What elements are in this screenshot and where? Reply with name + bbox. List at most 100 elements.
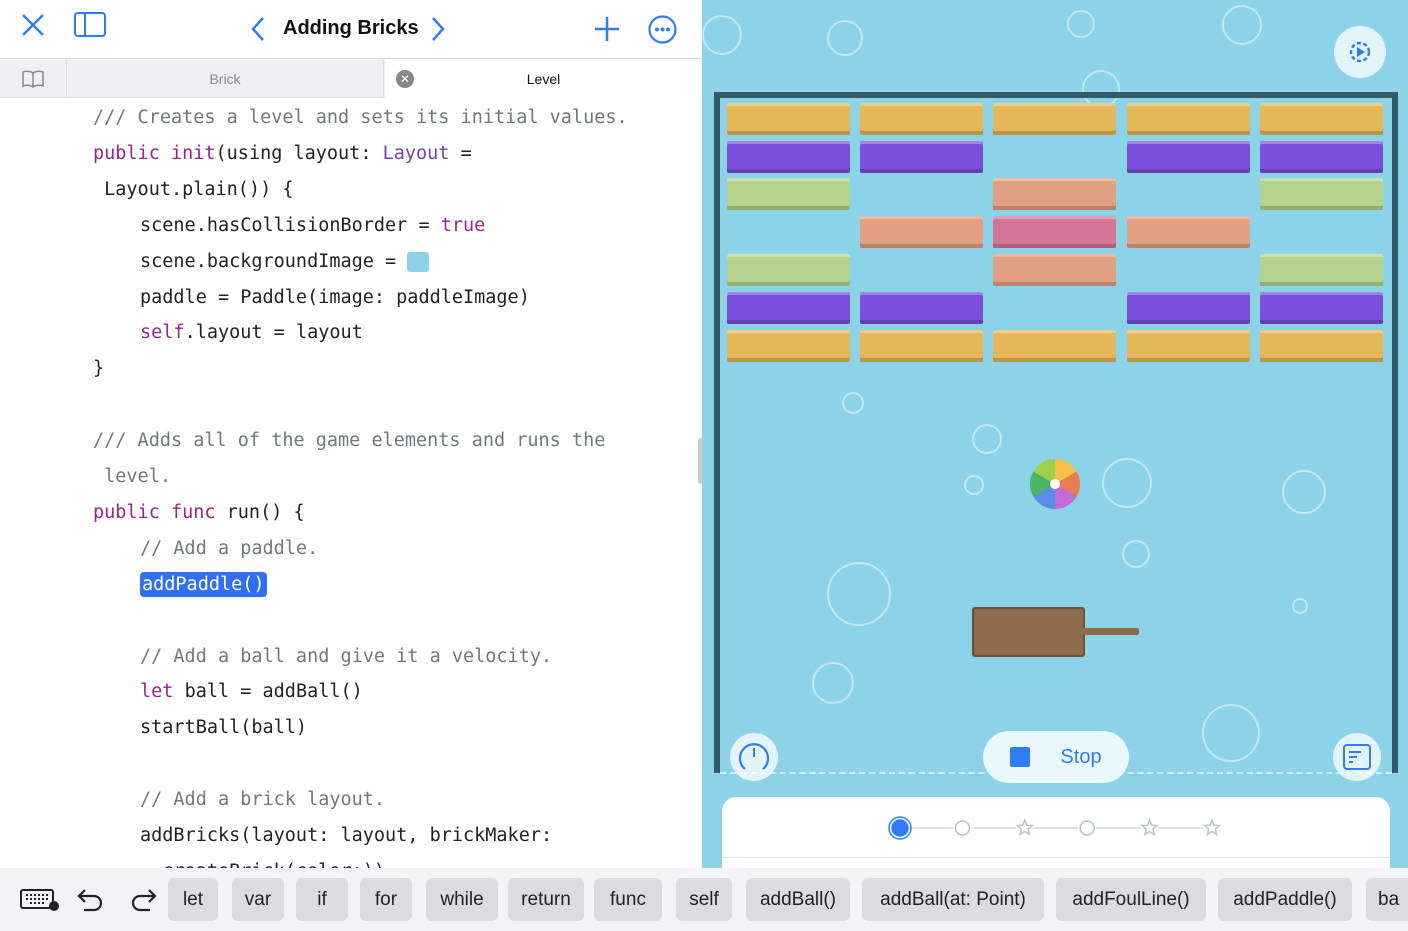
shortcut-chip[interactable]: func [594, 878, 662, 921]
shortcut-chip[interactable]: for [360, 878, 412, 921]
brick [727, 178, 850, 210]
brick [993, 178, 1116, 210]
progress-star-icon[interactable] [1140, 817, 1160, 837]
gear-icon [1349, 41, 1371, 63]
ball [1030, 459, 1080, 509]
progress-panel [722, 797, 1390, 868]
code-token: scene.hasCollisionBorder = [140, 214, 441, 236]
brick [1127, 330, 1250, 362]
shortcut-chip[interactable]: addPaddle() [1218, 878, 1352, 921]
brick [1260, 178, 1383, 210]
shortcut-bar: let var if for while return func self addBall() a… [0, 868, 1408, 931]
code-token: scene.backgroundImage = [140, 250, 408, 272]
shortcut-chip[interactable]: addBall(at: Point) [862, 878, 1044, 921]
shortcut-chip[interactable]: ba [1366, 878, 1408, 921]
brick [1260, 292, 1383, 324]
live-view[interactable]: Stop [702, 0, 1408, 868]
chevron-left-icon[interactable] [250, 16, 266, 42]
shortcut-chip[interactable]: return [508, 878, 584, 921]
code-token: /// Creates a level and sets its initial… [93, 107, 628, 128]
code-token: Layout.plain()) { [93, 178, 294, 200]
code-editor-pane: Adding Bricks Brick ✕ Level /// Creates … [0, 0, 702, 868]
code-line: scene.hasCollisionBorder = true [140, 208, 485, 244]
console-button[interactable] [1333, 733, 1381, 781]
code-line: Layout.plain()) { [93, 172, 293, 208]
shortcut-chip[interactable]: let [168, 878, 218, 921]
code-token: .layout = layout [184, 322, 363, 344]
redo-icon[interactable] [130, 886, 158, 912]
code-line: paddle = Paddle(image: paddleImage) [140, 280, 530, 316]
brick [1260, 141, 1383, 173]
shortcut-chip[interactable]: if [296, 878, 348, 921]
brick [860, 330, 983, 362]
code-line: public func run() { [93, 495, 305, 531]
more-icon[interactable] [648, 15, 677, 44]
code-token: // Add a brick layout. [140, 789, 386, 811]
chevron-right-icon[interactable] [430, 16, 446, 42]
shortcut-chip[interactable]: addFoulLine() [1056, 878, 1206, 921]
progress-steps [888, 816, 1222, 840]
code-line: let ball = addBall() [140, 674, 363, 710]
brick [993, 216, 1116, 248]
brick [1260, 330, 1383, 362]
shortcut-chip[interactable]: var [232, 878, 284, 921]
shortcut-chip[interactable]: addBall() [746, 878, 850, 921]
code-line: createBrick(color:)) [140, 854, 385, 868]
code-line: // Add a ball and give it a velocity. [140, 639, 552, 675]
tab-label: Level [526, 70, 561, 87]
brick [1127, 141, 1250, 173]
tab-bar: Brick ✕ Level [0, 58, 702, 98]
image-literal[interactable] [407, 251, 430, 272]
bubble [1222, 5, 1262, 45]
progress-step[interactable] [891, 819, 909, 837]
code-token: self [140, 322, 185, 344]
code-line: addBricks(layout: layout, brickMaker: [140, 818, 552, 854]
keyboard-icon[interactable] [20, 888, 60, 912]
code-token: = [449, 142, 472, 164]
bubble [702, 15, 742, 55]
code-line: } [93, 351, 104, 387]
code-line: // Add a brick layout. [140, 782, 385, 818]
brick [727, 141, 850, 173]
tab-label: Brick [209, 70, 241, 87]
code-token[interactable]: addPaddle() [140, 571, 267, 597]
code-token: } [93, 358, 105, 380]
progress-step[interactable] [1079, 820, 1095, 836]
close-icon[interactable] [20, 12, 46, 38]
code-line: level. [93, 459, 171, 495]
shortcut-chip[interactable]: self [676, 878, 732, 921]
code-token: // Add a ball and give it a velocity. [140, 645, 553, 667]
progress-star-icon[interactable] [1015, 817, 1035, 837]
code-line: startBall(ball) [140, 710, 307, 746]
page-title: Adding Bricks [283, 17, 419, 39]
close-tab-icon[interactable]: ✕ [396, 70, 414, 88]
stop-button[interactable]: Stop [983, 731, 1129, 783]
sidebar-icon[interactable] [74, 12, 106, 38]
code-token: public func [93, 501, 227, 523]
code-line: /// Adds all of the game elements and ru… [93, 423, 605, 459]
paddle [972, 607, 1085, 657]
code-token: run() { [226, 501, 305, 523]
stop-label: Stop [1060, 745, 1102, 768]
shortcut-chip[interactable]: while [426, 878, 498, 921]
settings-button[interactable] [1334, 26, 1386, 78]
book-icon[interactable] [0, 59, 67, 98]
progress-step[interactable] [954, 820, 971, 836]
bubble [827, 20, 863, 56]
brick [727, 330, 850, 362]
plus-icon[interactable] [594, 16, 620, 42]
code-token: Layout [382, 142, 450, 164]
code-token: /// Adds all of the game elements and ru… [93, 430, 606, 452]
code-token: paddle = Paddle(image: paddleImage) [140, 286, 530, 308]
code-token: startBall(ball) [140, 717, 308, 739]
tab-brick[interactable]: Brick [67, 59, 384, 98]
brick [1127, 103, 1250, 135]
code-token: true [440, 214, 486, 236]
speed-button[interactable] [730, 733, 778, 781]
progress-star-icon[interactable] [1202, 817, 1222, 837]
undo-icon[interactable] [76, 886, 104, 912]
brick [1127, 216, 1250, 248]
tab-level[interactable]: ✕ Level [385, 59, 702, 98]
brick [1260, 103, 1383, 135]
list-icon [1343, 744, 1371, 770]
